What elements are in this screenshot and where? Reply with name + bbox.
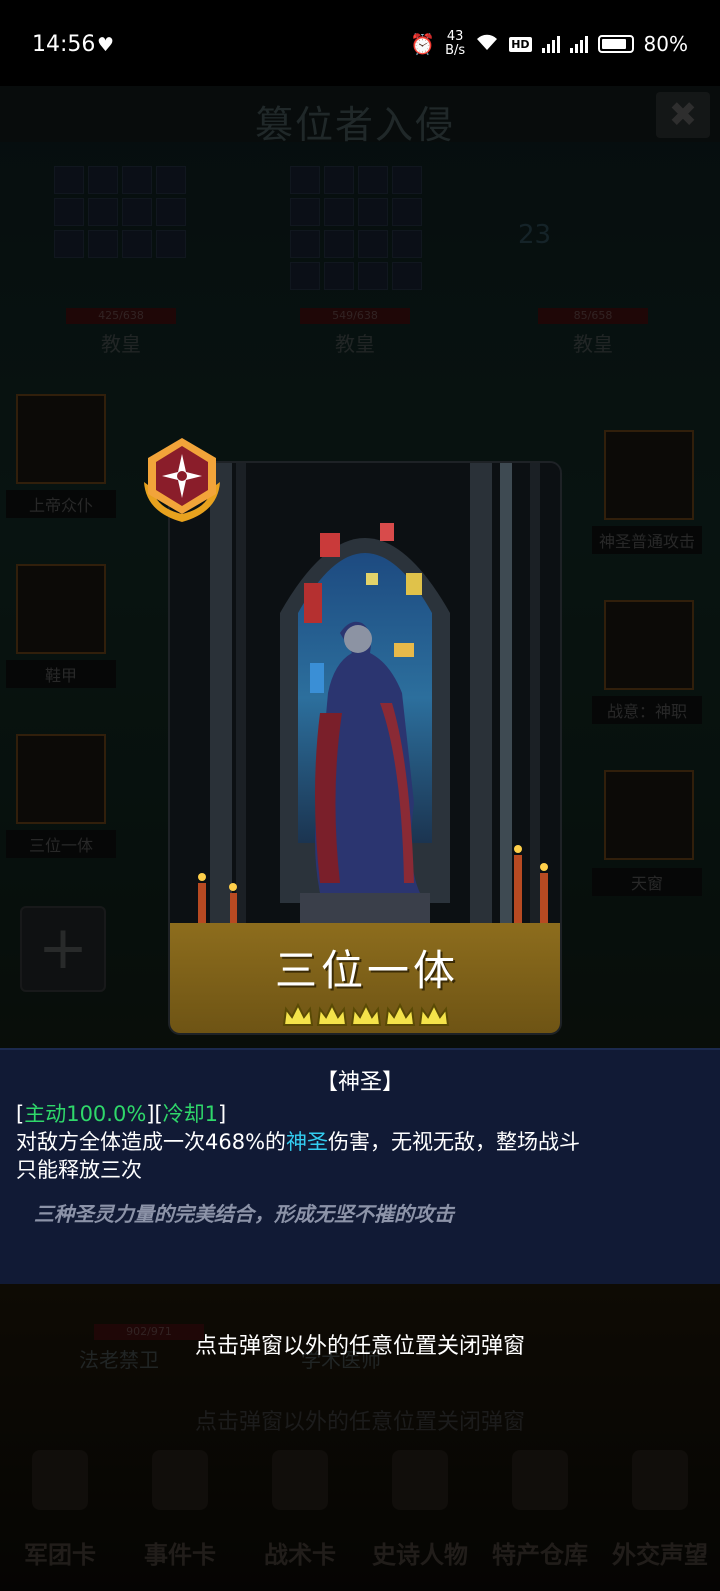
card-title: 三位一体: [274, 946, 459, 995]
rarity-badge-icon: [144, 438, 220, 522]
flavor-text: 三种圣灵力量的完美结合，形成无坚不摧的攻击: [34, 1202, 454, 1226]
damage-type: 【神圣】: [315, 1070, 404, 1095]
star-rating: [282, 1001, 450, 1029]
network-speed-unit: B/s: [445, 43, 466, 58]
battery-level: 80%: [643, 32, 688, 56]
skill-tags: [主动100.0%][冷却1]: [16, 1102, 227, 1126]
wifi-icon: [475, 32, 499, 57]
close-hint: 点击弹窗以外的任意位置关闭弹窗: [194, 1334, 525, 1359]
skill-effect-line1: 对敌方全体造成一次468%的神圣伤害，无视无敌，整场战斗: [16, 1126, 580, 1156]
heart-icon: ♥: [97, 34, 115, 56]
cooldown-tag: 冷却1: [162, 1102, 219, 1126]
card-name-bar: 三位一体: [170, 923, 560, 1033]
status-indicators: ⏰ 43 B/s HD 80%: [410, 30, 688, 58]
crown-icon: [282, 1002, 314, 1026]
skill-description-panel: 【神圣】 [主动100.0%][冷却1] 对敌方全体造成一次468%的神圣伤害，…: [0, 1048, 720, 1284]
crown-icon: [350, 1002, 382, 1026]
status-time: 14:56: [32, 32, 96, 57]
status-bar: 14:56 ♥ ⏰ 43 B/s HD 80%: [0, 0, 720, 86]
crown-icon: [316, 1002, 348, 1026]
network-speed: 43 B/s: [445, 30, 465, 58]
card-artwork: [170, 463, 560, 923]
signal-icon-2: [569, 35, 588, 53]
active-tag: 主动100.0%: [24, 1102, 147, 1126]
hd-badge: HD: [509, 36, 532, 52]
signal-icon: [541, 35, 560, 53]
damage-keyword: 神圣: [286, 1130, 329, 1154]
crown-icon: [384, 1002, 416, 1026]
network-speed-value: 43: [446, 29, 464, 44]
effect-text: 对敌方全体造成一次468%的: [16, 1130, 287, 1154]
battery-icon: [597, 35, 634, 53]
skill-card-popup: 三位一体: [168, 461, 562, 1035]
crown-icon: [418, 1002, 450, 1026]
skill-effect-line2: 只能释放三次: [16, 1158, 142, 1182]
alarm-icon: ⏰: [410, 32, 436, 56]
effect-text: 伤害，无视无敌，整场战斗: [328, 1130, 581, 1154]
